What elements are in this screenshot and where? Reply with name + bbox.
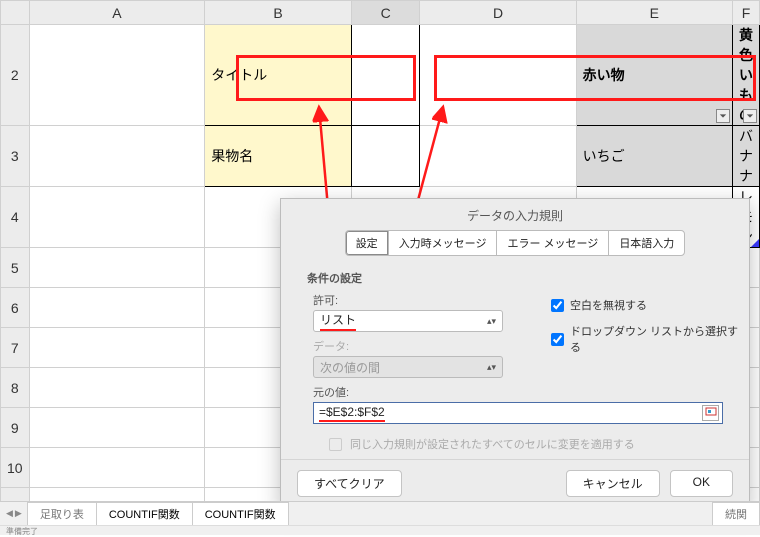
cell-b3[interactable]: 果物名: [205, 126, 352, 187]
in-cell-dropdown-label: ドロップダウン リストから選択する: [570, 323, 749, 355]
ignore-blank-checkbox[interactable]: [551, 299, 564, 312]
filter-button-f2[interactable]: [743, 109, 757, 123]
sheet-nav[interactable]: ◀▶: [0, 508, 28, 519]
row-header-5[interactable]: 5: [1, 248, 30, 288]
col-header-b[interactable]: B: [205, 1, 352, 25]
dialog-tabbar: 設定 入力時メッセージ エラー メッセージ 日本語入力: [281, 230, 749, 256]
cell-d2[interactable]: [420, 25, 576, 126]
tab-input-message[interactable]: 入力時メッセージ: [388, 230, 498, 256]
source-label: 元の値:: [313, 384, 723, 400]
cancel-button[interactable]: キャンセル: [566, 470, 660, 497]
chevron-updown-icon: ▴▾: [487, 316, 496, 327]
table-resize-handle[interactable]: [751, 239, 759, 247]
ignore-blank-label: 空白を無視する: [570, 297, 647, 313]
cell-f2[interactable]: 黄色いもの: [733, 25, 760, 126]
cell-e3[interactable]: いちご: [576, 126, 732, 187]
sheet-tab-trail[interactable]: 続関: [712, 502, 760, 526]
source-value: =$E$2:$F$2: [319, 405, 385, 422]
col-header-d[interactable]: D: [420, 1, 576, 25]
chevron-updown-icon: ▴▾: [487, 362, 496, 373]
in-cell-dropdown-checkbox[interactable]: [551, 333, 564, 346]
sheet-tab-1[interactable]: 足取り表: [27, 502, 97, 526]
cell-f3[interactable]: バナナ: [733, 126, 760, 187]
sheet-tab-3[interactable]: COUNTIF関数: [192, 502, 289, 526]
row-header-9[interactable]: 9: [1, 408, 30, 448]
filter-button-e2[interactable]: [716, 109, 730, 123]
cell-c2[interactable]: [351, 25, 420, 126]
col-header-c[interactable]: C: [351, 1, 420, 25]
cell-a3[interactable]: [29, 126, 205, 187]
row-header-6[interactable]: 6: [1, 288, 30, 328]
select-all-corner[interactable]: [1, 1, 30, 25]
sheet-tab-2[interactable]: COUNTIF関数: [96, 502, 193, 526]
cell-d3[interactable]: [420, 126, 576, 187]
col-header-f[interactable]: F: [733, 1, 760, 25]
row-header-8[interactable]: 8: [1, 368, 30, 408]
row-header-2[interactable]: 2: [1, 25, 30, 126]
dialog-title: データの入力規則: [281, 199, 749, 230]
apply-all-checkbox: [329, 438, 342, 451]
source-input[interactable]: =$E$2:$F$2: [313, 402, 723, 424]
row-header-3[interactable]: 3: [1, 126, 30, 187]
row-header-7[interactable]: 7: [1, 328, 30, 368]
cell-a4[interactable]: [29, 187, 205, 248]
row-header-4[interactable]: 4: [1, 187, 30, 248]
cell-e2-text: 赤い物: [583, 67, 625, 83]
col-header-e[interactable]: E: [576, 1, 732, 25]
cell-b2[interactable]: タイトル: [205, 25, 352, 126]
allow-value: リスト: [320, 311, 356, 331]
cell-a2[interactable]: [29, 25, 205, 126]
row-header-10[interactable]: 10: [1, 448, 30, 488]
status-bar: 準備完了: [0, 525, 760, 535]
tab-settings[interactable]: 設定: [345, 230, 389, 256]
col-header-a[interactable]: A: [29, 1, 205, 25]
tab-ime[interactable]: 日本語入力: [608, 230, 685, 256]
cell-c3[interactable]: [351, 126, 420, 187]
data-select: 次の値の間 ▴▾: [313, 356, 503, 378]
tab-error-alert[interactable]: エラー メッセージ: [496, 230, 609, 256]
cell-e2[interactable]: 赤い物: [576, 25, 732, 126]
data-validation-dialog: データの入力規則 設定 入力時メッセージ エラー メッセージ 日本語入力 条件の…: [280, 198, 750, 508]
ok-button[interactable]: OK: [670, 470, 733, 497]
section-label: 条件の設定: [307, 270, 723, 286]
allow-select[interactable]: リスト ▴▾: [313, 310, 503, 332]
clear-all-button[interactable]: すべてクリア: [297, 470, 402, 497]
sheet-tab-bar: ◀▶ 足取り表 COUNTIF関数 COUNTIF関数 続関: [0, 501, 760, 525]
data-value: 次の値の間: [320, 359, 380, 376]
range-picker-button[interactable]: [702, 405, 719, 421]
apply-all-label: 同じ入力規則が設定されたすべてのセルに変更を適用する: [350, 436, 635, 452]
